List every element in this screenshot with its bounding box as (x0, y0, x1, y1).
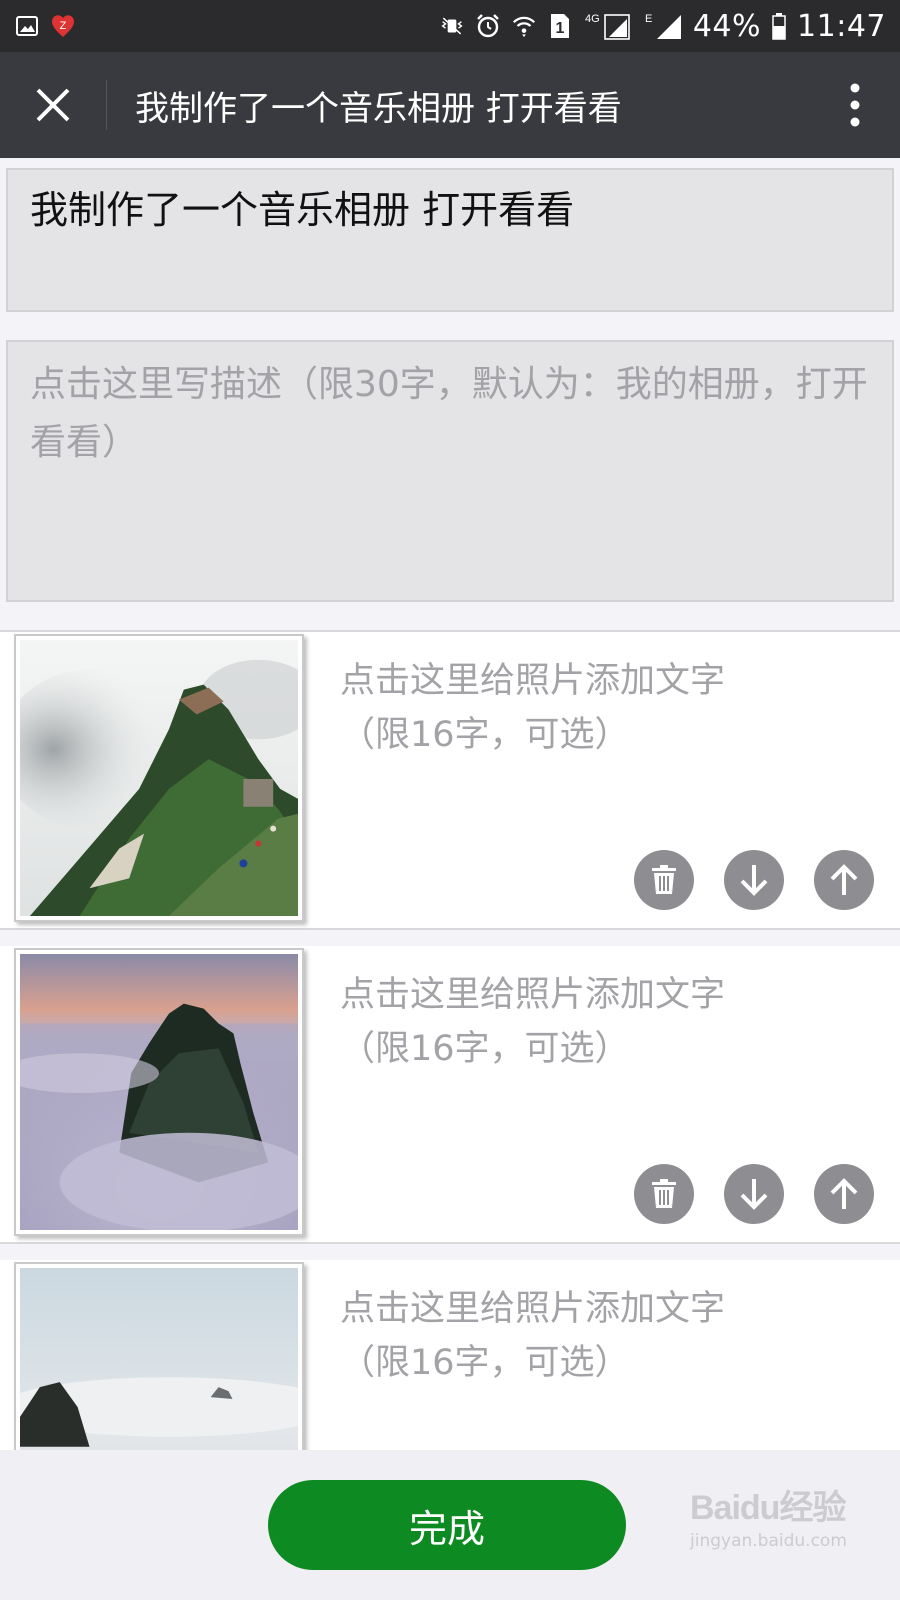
network-label: 4G (585, 13, 600, 25)
photo-actions (634, 850, 874, 910)
clock: 11:47 (797, 8, 886, 44)
album-editor: 我制作了一个音乐相册 打开看看 点击这里写描述（限30字，默认为：我的相册，打开… (0, 158, 900, 1450)
battery-percent: 44% (692, 8, 762, 44)
status-bar: Z 1 4G E 44% 11:47 (0, 0, 900, 52)
photo-caption-input[interactable]: 点击这里给照片添加文字（限16字，可选） (340, 654, 740, 762)
watermark-logo: Baidu经验 (690, 1489, 846, 1527)
status-left: Z (14, 13, 76, 39)
svg-text:Z: Z (60, 20, 67, 32)
alarm-icon (475, 13, 501, 39)
delete-button[interactable] (634, 850, 694, 910)
move-up-button[interactable] (814, 850, 874, 910)
move-down-icon (740, 865, 768, 896)
photo-thumbnail[interactable] (14, 948, 304, 1236)
photo-caption-input[interactable]: 点击这里给照片添加文字（限16字，可选） (340, 1282, 740, 1390)
photo-item: 点击这里给照片添加文字（限16字，可选） (0, 632, 900, 930)
move-up-icon (830, 864, 858, 895)
page-title: 我制作了一个音乐相册 打开看看 (135, 88, 622, 129)
photo-caption-input[interactable]: 点击这里给照片添加文字（限16字，可选） (340, 968, 740, 1076)
battery-icon (771, 13, 787, 40)
album-description-input[interactable]: 点击这里写描述（限30字，默认为：我的相册，打开看看） (6, 340, 894, 602)
photo-actions (634, 1164, 874, 1224)
move-up-icon (830, 1178, 858, 1209)
watermark-url: jingyan.baidu.com (690, 1531, 847, 1551)
delete-icon (652, 1179, 676, 1208)
title-bar: 我制作了一个音乐相册 打开看看 (0, 52, 900, 158)
close-button[interactable] (0, 52, 106, 158)
move-down-button[interactable] (724, 1164, 784, 1224)
signal-4g-icon: 4G (583, 13, 633, 40)
delete-icon (652, 865, 676, 894)
more-vert-icon (850, 83, 860, 127)
photo-item: 点击这里给照片添加文字（限16字，可选） (0, 946, 900, 1244)
move-down-icon (740, 1179, 768, 1210)
move-up-button[interactable] (814, 1164, 874, 1224)
image-icon (14, 13, 40, 39)
done-button[interactable]: 完成 (268, 1480, 626, 1570)
more-button[interactable] (810, 52, 900, 158)
status-right: 1 4G E 44% 11:47 (439, 9, 886, 44)
photo-thumbnail[interactable] (14, 1262, 304, 1450)
delete-button[interactable] (634, 1164, 694, 1224)
sim-icon: 1 (547, 13, 573, 39)
vibrate-icon (439, 13, 465, 39)
mountain-peak-photo (20, 954, 298, 1230)
mountain-cliff-photo (20, 640, 298, 916)
photo-item: 点击这里给照片添加文字（限16字，可选） (0, 1260, 900, 1450)
album-title-input[interactable]: 我制作了一个音乐相册 打开看看 (6, 168, 894, 312)
wifi-icon (511, 13, 537, 39)
signal-icon: E (643, 13, 683, 39)
sim-number: 1 (555, 20, 564, 37)
move-down-button[interactable] (724, 850, 784, 910)
baidu-watermark: Baidu经验 jingyan.baidu.com (690, 1480, 890, 1580)
network-e-label: E (645, 13, 652, 25)
photo-thumbnail[interactable] (14, 634, 304, 922)
bottom-bar: 完成 Baidu经验 jingyan.baidu.com (0, 1450, 900, 1600)
app-z-icon: Z (50, 13, 76, 39)
close-icon (36, 88, 70, 122)
sea-of-clouds-photo (20, 1268, 298, 1450)
